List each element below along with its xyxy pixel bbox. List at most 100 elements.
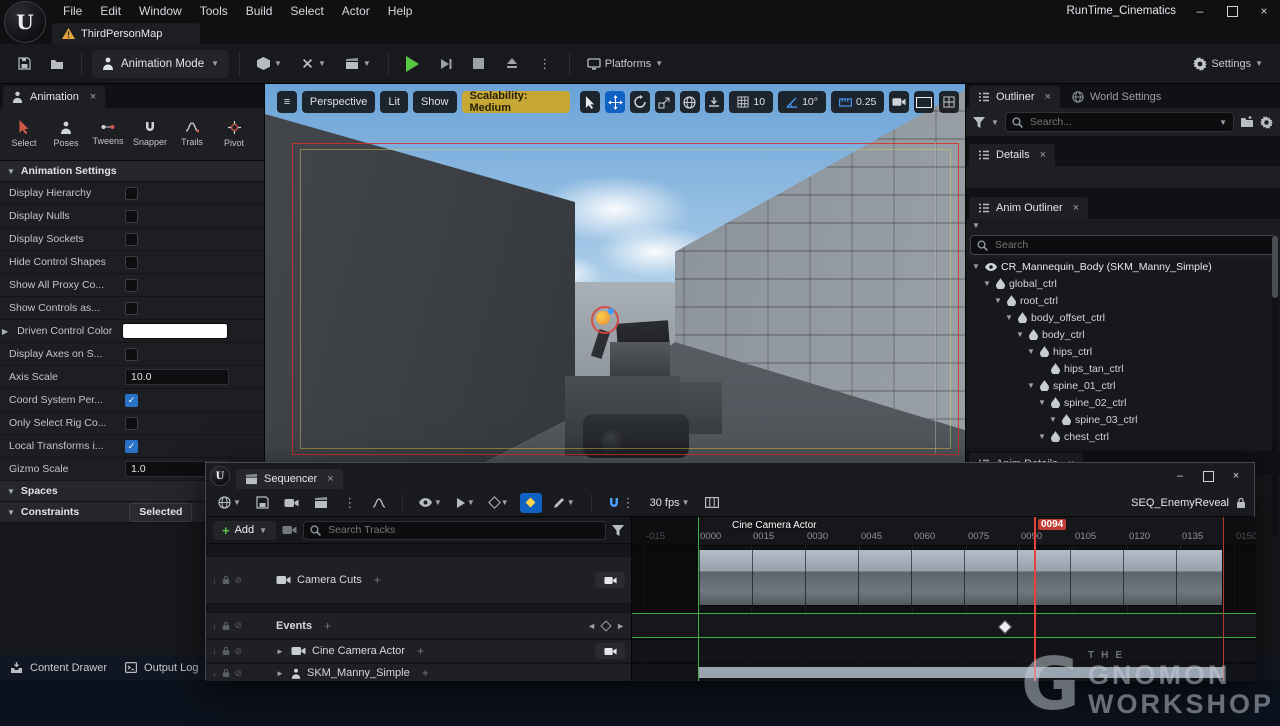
eject-button[interactable] <box>498 50 526 78</box>
checkbox[interactable] <box>125 440 138 453</box>
close-icon[interactable]: × <box>1073 202 1079 214</box>
timeline-ruler[interactable]: -015 0000 0015 0030 0045 0060 0075 0090 … <box>632 517 1256 546</box>
new-folder-icon[interactable] <box>1240 116 1254 128</box>
camera-speed-button[interactable] <box>889 91 909 113</box>
animation-settings-header[interactable]: ▼ Animation Settings <box>0 161 264 182</box>
close-icon[interactable]: × <box>1045 91 1051 103</box>
expander-icon[interactable]: ▼ <box>983 279 992 288</box>
playback-start-marker[interactable] <box>698 517 699 681</box>
platforms-dropdown[interactable]: Platforms ▼ <box>580 50 670 78</box>
camera-cuts-section[interactable] <box>698 549 1223 606</box>
create-camera-button[interactable] <box>281 493 303 513</box>
scalability-button[interactable]: Scalability: Medium <box>462 91 571 113</box>
menu-file[interactable]: File <box>54 0 91 22</box>
add-key-icon[interactable] <box>600 620 611 631</box>
expander-icon[interactable]: ▼ <box>1027 381 1036 390</box>
tree-item[interactable]: ▼global_ctrl <box>966 275 1280 292</box>
sequencer-window[interactable]: U Sequencer × – × ▼ ⋮ ▼ ▼ ▼ ▼ ⋮ 30 fps▼ … <box>205 462 1255 680</box>
number-input[interactable]: 10.0 <box>125 369 229 385</box>
viewport-menu-button[interactable]: ≡ <box>277 91 297 113</box>
expander-icon[interactable]: ▼ <box>1038 432 1047 441</box>
expander-icon[interactable]: ▼ <box>1016 330 1025 339</box>
menu-window[interactable]: Window <box>130 0 191 22</box>
restore-button[interactable] <box>1216 0 1248 22</box>
save-button[interactable] <box>10 50 38 78</box>
tool-select[interactable]: Select <box>3 120 45 148</box>
level-tab[interactable]: ThirdPersonMap <box>52 23 200 44</box>
tab-animation[interactable]: Animation × <box>3 86 105 108</box>
thumbnail-toggle[interactable] <box>701 493 723 513</box>
sequencer-kebab[interactable]: ⋮ <box>339 493 361 513</box>
track-search[interactable] <box>303 521 606 540</box>
filter-icon[interactable] <box>973 117 985 128</box>
cinematics-dropdown[interactable]: ▼ <box>338 50 378 78</box>
expander-icon[interactable]: ► <box>276 647 285 656</box>
add-track-button[interactable]: +Add▼ <box>213 521 276 540</box>
panel-scrollbar[interactable] <box>1272 236 1278 536</box>
tool-trails[interactable]: Trails <box>171 121 213 147</box>
tool-poses[interactable]: Poses <box>45 121 87 148</box>
checkbox[interactable] <box>125 302 138 315</box>
curve-editor-button[interactable] <box>368 493 390 513</box>
world-coordinate-button[interactable] <box>680 91 700 113</box>
add-section-icon[interactable]: + <box>417 644 424 658</box>
chevron-down-icon[interactable]: ▼ <box>1219 118 1227 127</box>
tree-item[interactable]: ▼chest_ctrl <box>966 428 1280 445</box>
add-section-icon[interactable]: + <box>324 619 331 633</box>
track-row-cine-camera[interactable]: ↓⊘ ► Cine Camera Actor + <box>206 640 631 662</box>
move-tool-button[interactable] <box>605 91 625 113</box>
add-actor-dropdown[interactable]: ▼ <box>250 50 289 78</box>
color-swatch[interactable] <box>122 323 228 339</box>
render-movie-button[interactable] <box>310 493 332 513</box>
rotate-tool-button[interactable] <box>630 91 650 113</box>
tree-item[interactable]: hips_tan_ctrl <box>966 360 1280 377</box>
mute-icon[interactable]: ⊘ <box>235 575 243 586</box>
outliner-settings-icon[interactable] <box>1260 116 1273 129</box>
pin-icon[interactable]: ↓ <box>212 575 217 585</box>
sequence-browser-dropdown[interactable]: ▼ <box>214 493 245 513</box>
surface-snap-button[interactable] <box>705 91 725 113</box>
next-key-icon[interactable]: ► <box>616 621 625 631</box>
mute-icon[interactable]: ⊘ <box>235 646 243 657</box>
save-sequence-button[interactable] <box>252 493 274 513</box>
output-log-button[interactable]: Output Log <box>125 662 198 674</box>
checkbox[interactable] <box>125 256 138 269</box>
viewport-layout-button[interactable] <box>939 91 959 113</box>
track-search-input[interactable] <box>326 523 599 537</box>
perspective-dropdown[interactable]: Perspective <box>302 91 375 113</box>
sequencer-titlebar[interactable]: U Sequencer × – × <box>206 463 1254 489</box>
tree-item[interactable]: ▼spine_02_ctrl <box>966 394 1280 411</box>
editor-mode-dropdown[interactable]: Animation Mode ▼ <box>92 50 229 78</box>
tab-world-settings[interactable]: World Settings <box>1063 86 1170 108</box>
pin-icon[interactable]: ↓ <box>212 621 217 631</box>
checkbox[interactable] <box>125 348 138 361</box>
menu-tools[interactable]: Tools <box>191 0 237 22</box>
auto-key-toggle[interactable] <box>520 493 542 513</box>
tree-item[interactable]: ▼spine_01_ctrl <box>966 377 1280 394</box>
lock-icon[interactable] <box>1236 497 1246 509</box>
tree-item[interactable]: ▼body_offset_ctrl <box>966 309 1280 326</box>
outliner-search[interactable]: ▼ <box>1005 112 1234 132</box>
track-row-events[interactable]: ↓⊘ Events + ◄► <box>206 613 631 638</box>
cinematic-overlay-button[interactable] <box>914 91 934 113</box>
checkbox[interactable] <box>125 233 138 246</box>
menu-actor[interactable]: Actor <box>333 0 379 22</box>
playback-options-dropdown[interactable]: ▼ <box>453 493 479 513</box>
outliner-search-input[interactable] <box>1028 115 1214 129</box>
expander-icon[interactable]: ▼ <box>1005 313 1014 322</box>
close-button[interactable]: × <box>1222 466 1250 486</box>
keyframe-options-dropdown[interactable]: ▼ <box>486 493 513 513</box>
lock-icon[interactable] <box>222 575 230 585</box>
tool-snapper[interactable]: Snapper <box>129 121 171 147</box>
add-section-icon[interactable]: + <box>374 573 381 587</box>
expander-icon[interactable]: ▼ <box>1027 347 1036 356</box>
snap-toggle[interactable]: ⋮ <box>604 493 639 513</box>
view-options-dropdown[interactable]: ▼ <box>415 493 446 513</box>
events-track-lane[interactable] <box>632 613 1256 638</box>
track-row-camera-cuts[interactable]: ↓⊘ Camera Cuts + <box>206 557 631 603</box>
close-icon[interactable]: × <box>1040 149 1046 161</box>
tab-outliner[interactable]: Outliner × <box>969 86 1060 108</box>
restore-button[interactable] <box>1194 466 1222 486</box>
tree-item[interactable]: ▼spine_03_ctrl <box>966 411 1280 428</box>
anim-outliner-expander[interactable]: ▼ <box>966 219 1280 232</box>
